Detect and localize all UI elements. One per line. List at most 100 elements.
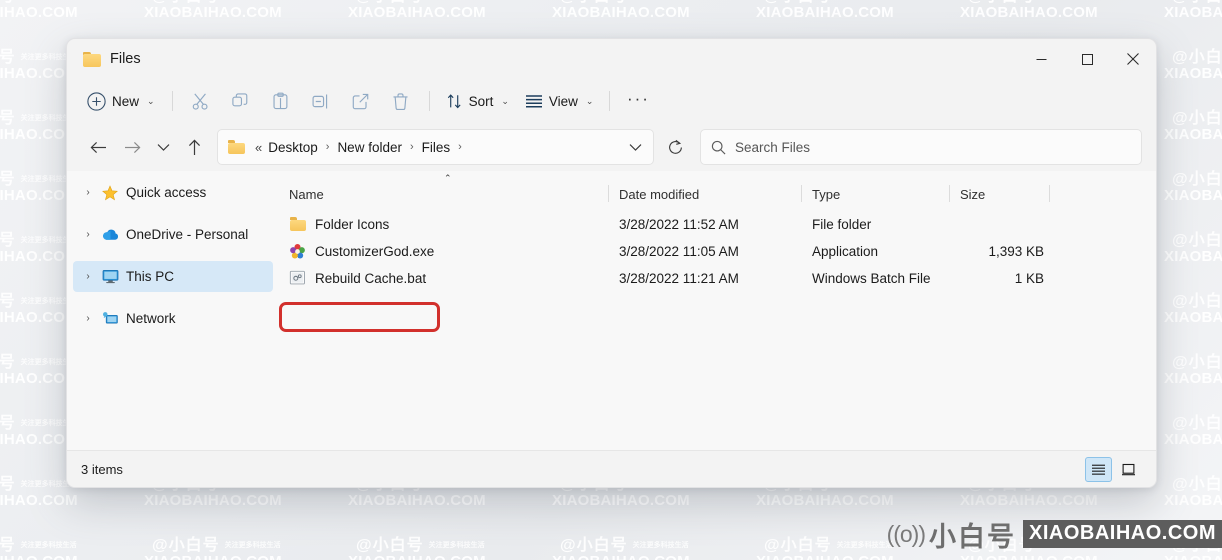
file-type-cell: Windows Batch File — [802, 271, 950, 286]
copy-icon — [231, 92, 250, 111]
sidebar-item-network[interactable]: › Network — [73, 303, 273, 334]
rename-button[interactable] — [301, 85, 341, 117]
search-placeholder: Search Files — [735, 140, 810, 155]
column-header-date-modified[interactable]: Date modified — [609, 179, 802, 209]
watermark-en-text: XIAOBAIHAO.COM — [348, 492, 486, 509]
cut-button[interactable] — [181, 85, 221, 117]
column-headers: ⌃ Name Date modified Type Size — [279, 171, 1156, 209]
table-row[interactable]: Rebuild Cache.bat 3/28/2022 11:21 AM Win… — [279, 265, 1156, 292]
large-icons-view-button[interactable] — [1115, 457, 1142, 482]
watermark-tile: @小白号关注更多科技生活XIAOBAIHAO.COM — [1164, 102, 1222, 163]
watermark-cn-text: @小白号关注更多科技生活 — [1172, 104, 1222, 128]
forward-button[interactable] — [115, 130, 149, 164]
view-toggle-group — [1085, 457, 1142, 482]
address-dropdown-button[interactable] — [621, 133, 649, 161]
breadcrumb-item-desktop[interactable]: Desktop — [266, 140, 320, 155]
watermark-cn-text: @小白号关注更多科技生活 — [1172, 409, 1222, 433]
paste-icon — [271, 92, 290, 111]
toolbar-divider — [172, 91, 173, 111]
file-name-label: CustomizerGod.exe — [315, 244, 434, 259]
sidebar-item-label: Network — [126, 311, 176, 326]
sidebar-item-label: OneDrive - Personal — [126, 227, 248, 242]
share-button[interactable] — [341, 85, 381, 117]
spacer — [67, 208, 279, 219]
watermark-en-text: XIAOBAIHAO.COM — [348, 553, 486, 560]
logo-chinese-text: 小白号 — [929, 515, 1016, 554]
expander-chevron-icon[interactable]: › — [77, 272, 99, 282]
details-view-button[interactable] — [1085, 457, 1112, 482]
watermark-en-text: XIAOBAIHAO.COM — [960, 4, 1098, 21]
status-bar: 3 items — [67, 450, 1156, 487]
file-list-pane: ⌃ Name Date modified Type Size Folde — [279, 171, 1156, 450]
delete-button[interactable] — [381, 85, 421, 117]
file-name-cell[interactable]: CustomizerGod.exe — [279, 243, 609, 260]
watermark-en-text: XIAOBAIHAO.COM — [144, 4, 282, 21]
broadcast-waves-icon: ((o)) — [887, 521, 925, 548]
plus-circle-icon — [87, 92, 106, 111]
more-options-button[interactable]: ··· — [618, 85, 658, 117]
column-header-label: Size — [960, 187, 985, 202]
column-header-name[interactable]: ⌃ Name — [279, 179, 609, 209]
watermark-en-text: XIAOBAIHAO.COM — [552, 492, 690, 509]
watermark-en-text: XIAOBAIHAO.COM — [1164, 4, 1222, 21]
chevron-down-icon: ⌄ — [147, 96, 155, 107]
refresh-button[interactable] — [658, 130, 692, 164]
new-button[interactable]: New ⌄ — [81, 85, 164, 117]
recent-locations-button[interactable] — [149, 130, 177, 164]
watermark-tile: @小白号关注更多科技生活XIAOBAIHAO.COM — [0, 529, 144, 560]
sort-button[interactable]: Sort ⌄ — [438, 85, 517, 117]
sidebar-item-quick-access[interactable]: › Quick access — [73, 177, 273, 208]
item-count-label: 3 items — [81, 462, 123, 477]
title-bar: Files — [67, 39, 1156, 79]
rename-icon — [311, 92, 330, 111]
up-button[interactable] — [177, 130, 211, 164]
watermark-en-text: XIAOBAIHAO.COM — [960, 492, 1098, 509]
overflow-dots-icon: ··· — [627, 90, 650, 107]
watermark-en-text: XIAOBAIHAO.COM — [1164, 248, 1222, 265]
table-row[interactable]: Folder Icons 3/28/2022 11:52 AM File fol… — [279, 211, 1156, 238]
breadcrumb-item-files[interactable]: Files — [420, 140, 453, 155]
watermark-cn-text: @小白号关注更多科技生活 — [1172, 470, 1222, 494]
large-icons-view-icon — [1121, 463, 1136, 476]
close-button[interactable] — [1110, 39, 1156, 79]
sidebar-item-this-pc[interactable]: › This PC — [73, 261, 273, 292]
trash-icon — [391, 92, 410, 111]
view-button-label: View — [549, 94, 578, 109]
paste-button[interactable] — [261, 85, 301, 117]
watermark-en-text: XIAOBAIHAO.COM — [756, 553, 894, 560]
breadcrumb-overflow[interactable]: « — [253, 140, 266, 155]
watermark-en-text: XIAOBAIHAO.COM — [552, 4, 690, 21]
file-date-cell: 3/28/2022 11:21 AM — [609, 271, 802, 286]
view-button[interactable]: View ⌄ — [517, 85, 602, 117]
file-name-cell[interactable]: Rebuild Cache.bat — [279, 270, 609, 287]
watermark-tile: @小白号关注更多科技生活XIAOBAIHAO.COM — [144, 529, 348, 560]
expander-chevron-icon[interactable]: › — [77, 230, 99, 240]
file-type-cell: File folder — [802, 217, 950, 232]
expander-chevron-icon[interactable]: › — [77, 314, 99, 324]
table-row[interactable]: CustomizerGod.exe 3/28/2022 11:05 AM App… — [279, 238, 1156, 265]
file-name-cell[interactable]: Folder Icons — [279, 216, 609, 233]
expander-chevron-icon[interactable]: › — [77, 188, 99, 198]
breadcrumb-item-new-folder[interactable]: New folder — [335, 140, 404, 155]
watermark-en-text: XIAOBAIHAO.COM — [144, 492, 282, 509]
sidebar-item-onedrive[interactable]: › OneDrive - Personal — [73, 219, 273, 250]
column-header-type[interactable]: Type — [802, 179, 950, 209]
minimize-button[interactable] — [1018, 39, 1064, 79]
watermark-en-text: XIAOBAIHAO.COM — [552, 553, 690, 560]
search-input[interactable]: Search Files — [700, 129, 1142, 165]
back-button[interactable] — [81, 130, 115, 164]
watermark-en-text: XIAOBAIHAO.COM — [0, 553, 78, 560]
copy-button[interactable] — [221, 85, 261, 117]
watermark-tile: @小白号关注更多科技生活XIAOBAIHAO.COM — [756, 0, 960, 41]
share-icon — [351, 92, 370, 111]
address-bar[interactable]: « Desktop › New folder › Files › — [217, 129, 654, 165]
column-header-size[interactable]: Size — [950, 179, 1050, 209]
cut-icon — [191, 92, 210, 111]
watermark-en-text: XIAOBAIHAO.COM — [348, 4, 486, 21]
watermark-en-text: XIAOBAIHAO.COM — [144, 553, 282, 560]
watermark-cn-text: @小白号关注更多科技生活 — [1172, 287, 1222, 311]
logo-domain-badge: XIAOBAIHAO.COM — [1023, 520, 1222, 548]
watermark-cn-text: @小白号关注更多科技生活 — [764, 531, 893, 555]
maximize-button[interactable] — [1064, 39, 1110, 79]
file-type-cell: Application — [802, 244, 950, 259]
